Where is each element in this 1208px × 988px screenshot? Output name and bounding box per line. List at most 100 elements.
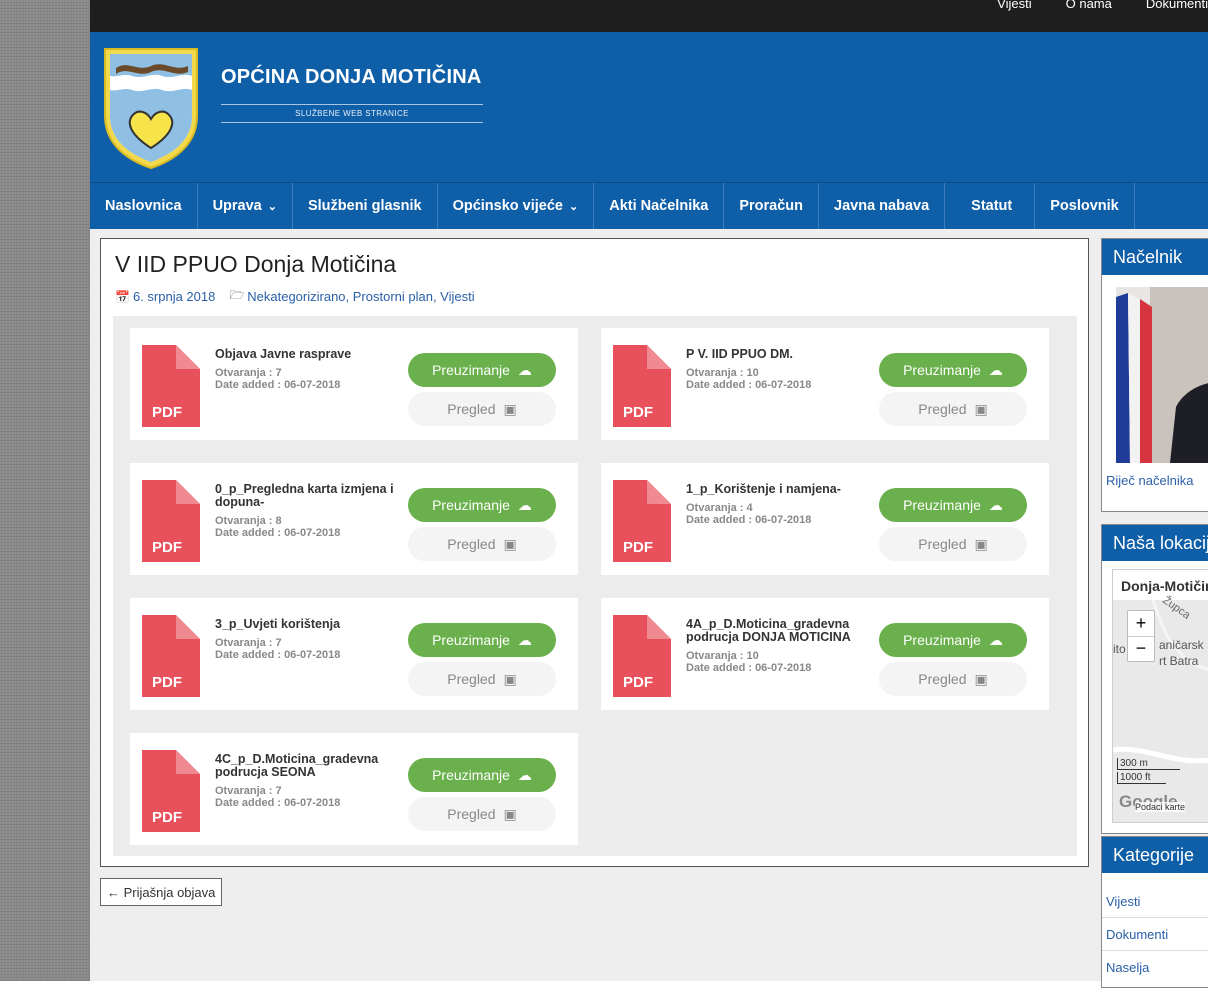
map-data-link[interactable]: Podaci karte <box>1135 802 1186 812</box>
widget-location: Naša lokacija Donja-Motičina Župca ito a… <box>1101 524 1208 834</box>
document-opens: Otvaranja : 8 <box>215 515 282 527</box>
cloud-download-icon: ☁ <box>988 496 1003 513</box>
document-title-text: 1_p_Korištenje i namjena- <box>686 482 841 496</box>
preview-icon: ▣ <box>974 670 988 687</box>
cloud-download-icon: ☁ <box>517 766 532 783</box>
nav-label: Proračun <box>739 198 804 214</box>
post-title: V IID PPUO Donja Motičina <box>115 251 397 277</box>
nav-item-naslovnica[interactable]: Naslovnica <box>90 183 198 229</box>
preview-label: Pregled <box>918 401 967 417</box>
document-opens: Otvaranja : 7 <box>215 637 282 649</box>
nav-item-proracun[interactable]: Proračun <box>724 183 820 229</box>
zoom-out-button[interactable]: − <box>1128 637 1154 661</box>
preview-button[interactable]: Pregled ▣ <box>879 392 1027 426</box>
site-title[interactable]: OPĆINA DONJA MOTIČINA <box>221 66 482 89</box>
category-link-dokumenti[interactable]: Dokumenti <box>1102 918 1208 951</box>
preview-button[interactable]: Pregled ▣ <box>879 662 1027 696</box>
document-opens: Otvaranja : 7 <box>215 785 282 797</box>
category-link-vijesti[interactable]: Vijesti <box>1102 885 1208 918</box>
scale-feet: 1000 ft <box>1117 772 1166 784</box>
document-title[interactable]: 4C_p_D.Moticina_gradevna podrucja SEONA O… <box>215 752 395 810</box>
document-card: PDF Objava Javne rasprave Otvaranja : 7 Da… <box>130 328 578 440</box>
topbar-link-vijesti[interactable]: Vijesti <box>997 0 1031 11</box>
mayor-photo[interactable] <box>1116 287 1208 463</box>
folder-icon: 🗁 <box>229 288 245 302</box>
widget-title: Kategorije <box>1102 837 1208 873</box>
document-date-added: Date added : 06-07-2018 <box>215 649 341 661</box>
nav-item-statut[interactable]: Statut <box>945 183 1036 229</box>
nav-item-opcinsko-vijece[interactable]: Općinsko vijeće ⌄ <box>438 183 595 229</box>
download-button[interactable]: Preuzimanje ☁ <box>879 488 1027 522</box>
pdf-label: PDF <box>623 539 653 556</box>
download-button[interactable]: Preuzimanje ☁ <box>879 353 1027 387</box>
widget-title: Načelnik <box>1102 239 1208 275</box>
pdf-file-icon: PDF <box>142 750 200 832</box>
preview-button[interactable]: Pregled ▣ <box>408 527 556 561</box>
document-card: PDF P V. IID PPUO DM. Otvaranja : 10 Date … <box>601 328 1049 440</box>
preview-icon: ▣ <box>503 805 517 822</box>
preview-icon: ▣ <box>503 670 517 687</box>
download-button[interactable]: Preuzimanje ☁ <box>879 623 1027 657</box>
pdf-label: PDF <box>152 404 182 421</box>
download-label: Preuzimanje <box>432 362 510 378</box>
nav-label: Statut <box>971 198 1013 214</box>
download-label: Preuzimanje <box>903 497 981 513</box>
preview-button[interactable]: Pregled ▣ <box>879 527 1027 561</box>
preview-button[interactable]: Pregled ▣ <box>408 662 556 696</box>
preview-label: Pregled <box>447 401 496 417</box>
post-date[interactable]: 6. srpnja 2018 <box>133 289 215 304</box>
cloud-download-icon: ☁ <box>517 631 532 648</box>
previous-post-button[interactable]: ← Prijašnja objava <box>100 878 223 906</box>
document-title[interactable]: P V. IID PPUO DM. Otvaranja : 10 Date adde… <box>686 347 866 392</box>
map-zoom-controls: + − <box>1127 610 1155 662</box>
document-title[interactable]: 1_p_Korištenje i namjena- Otvaranja : 4 Da… <box>686 482 866 527</box>
document-card: PDF 1_p_Korištenje i namjena- Otvaranja :… <box>601 463 1049 575</box>
category-link-naselja[interactable]: Naselja <box>1102 951 1208 983</box>
mayor-word-link[interactable]: Riječ načelnika <box>1106 473 1193 488</box>
document-title[interactable]: 4A_p_D.Moticina_gradevna podrucja DONJA … <box>686 618 866 675</box>
document-date-added: Date added : 06-07-2018 <box>215 527 341 539</box>
coat-of-arms-logo[interactable] <box>102 46 200 170</box>
document-card: PDF 0_p_Pregledna karta izmjena i dopuna… <box>130 463 578 575</box>
document-opens: Otvaranja : 7 <box>215 367 282 379</box>
document-title-text: P V. IID PPUO DM. <box>686 347 793 361</box>
download-button[interactable]: Preuzimanje ☁ <box>408 353 556 387</box>
document-title-text: 4C_p_D.Moticina_gradevna podrucja SEONA <box>215 752 379 779</box>
nav-item-uprava[interactable]: Uprava ⌄ <box>198 183 293 229</box>
download-button[interactable]: Preuzimanje ☁ <box>408 488 556 522</box>
pdf-file-icon: PDF <box>613 480 671 562</box>
nav-item-akti-nacelnika[interactable]: Akti Načelnika <box>594 183 725 229</box>
download-label: Preuzimanje <box>903 362 981 378</box>
document-card: PDF 3_p_Uvjeti korištenja Otvaranja : 7 Da… <box>130 598 578 710</box>
download-button[interactable]: Preuzimanje ☁ <box>408 623 556 657</box>
cloud-download-icon: ☁ <box>988 631 1003 648</box>
widget-categories: Kategorije Vijesti Dokumenti Naselja <box>1101 836 1208 988</box>
nav-item-poslovnik[interactable]: Poslovnik <box>1035 183 1135 229</box>
nav-label: Naslovnica <box>105 198 182 214</box>
page: Vijesti O nama Dokumenti OPĆINA DONJA MO… <box>90 0 1208 988</box>
document-list: PDF Objava Javne rasprave Otvaranja : 7 Da… <box>113 316 1077 856</box>
zoom-in-button[interactable]: + <box>1128 611 1154 637</box>
nav-item-javna-nabava[interactable]: Javna nabava <box>819 183 946 229</box>
pdf-label: PDF <box>623 404 653 421</box>
widget-nacelnik: Načelnik Riječ načelnika <box>1101 238 1208 512</box>
preview-button[interactable]: Pregled ▣ <box>408 797 556 831</box>
preview-label: Pregled <box>447 536 496 552</box>
topbar-link-o-nama[interactable]: O nama <box>1066 0 1112 11</box>
nav-item-sluzbeni-glasnik[interactable]: Službeni glasnik <box>293 183 438 229</box>
topbar-link-dokumenti[interactable]: Dokumenti <box>1146 0 1208 11</box>
preview-label: Pregled <box>447 671 496 687</box>
document-title[interactable]: Objava Javne rasprave Otvaranja : 7 Date a… <box>215 348 395 392</box>
nav-label: Javna nabava <box>834 198 930 214</box>
map[interactable]: Donja-Motičina Župca ito aničarsk rt Bat… <box>1112 569 1208 823</box>
post-categories[interactable]: Nekategorizirano, Prostorni plan, Vijest… <box>247 289 474 304</box>
preview-icon: ▣ <box>503 535 517 552</box>
scale-meters: 300 m <box>1117 758 1180 770</box>
nav-label: Službeni glasnik <box>307 198 422 214</box>
download-button[interactable]: Preuzimanje ☁ <box>408 758 556 792</box>
preview-button[interactable]: Pregled ▣ <box>408 392 556 426</box>
document-title[interactable]: 0_p_Pregledna karta izmjena i dopuna- Otv… <box>215 483 395 540</box>
download-label: Preuzimanje <box>903 632 981 648</box>
post-meta: 📅 6. srpnja 2018 🗁 Nekategorizirano, Pro… <box>115 286 475 307</box>
document-title[interactable]: 3_p_Uvjeti korištenja Otvaranja : 7 Date a… <box>215 618 395 662</box>
